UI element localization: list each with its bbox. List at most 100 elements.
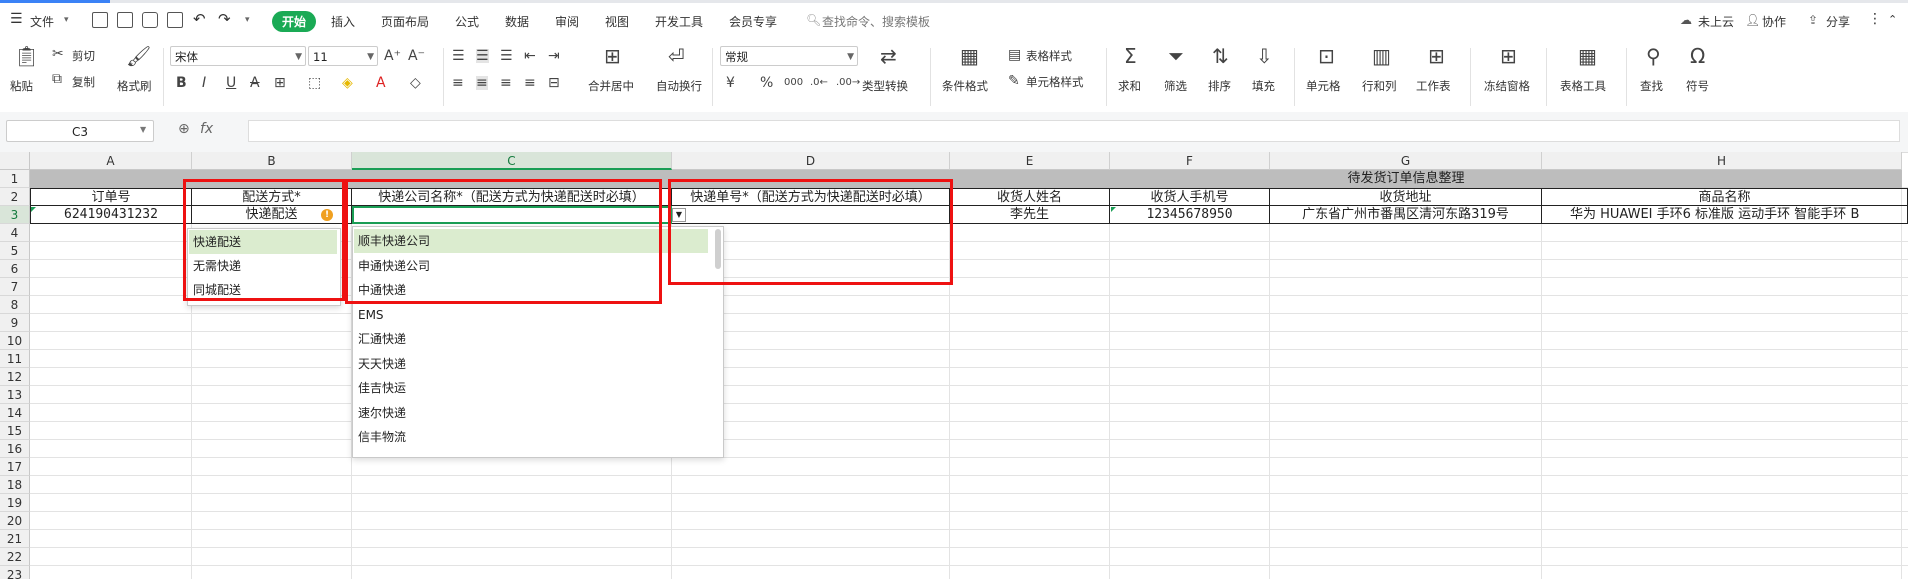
- tab-page-layout[interactable]: 页面布局: [381, 13, 429, 30]
- align-center-icon[interactable]: ≡: [476, 76, 488, 90]
- row-header[interactable]: 22: [0, 548, 30, 566]
- number-format-select[interactable]: 常规 ▼: [720, 46, 858, 66]
- row-header[interactable]: 21: [0, 530, 30, 548]
- cell-h3[interactable]: 华为 HUAWEI 手环6 标准版 运动手环 智能手环 B: [1542, 206, 1908, 224]
- row-header[interactable]: 18: [0, 476, 30, 494]
- underline-icon[interactable]: U: [226, 76, 236, 90]
- share-button[interactable]: 分享: [1826, 13, 1850, 30]
- row-header[interactable]: 15: [0, 422, 30, 440]
- row-header[interactable]: 12: [0, 368, 30, 386]
- cell-style-icon[interactable]: ✎: [1008, 74, 1020, 88]
- row-header[interactable]: 5: [0, 242, 30, 260]
- conditional-format-button[interactable]: 条件格式: [942, 78, 988, 94]
- font-shrink-icon[interactable]: A⁻: [408, 49, 425, 63]
- filter-button[interactable]: 筛选: [1164, 78, 1187, 94]
- justify-icon[interactable]: ≡: [524, 76, 536, 90]
- copy-icon[interactable]: ⧉: [52, 72, 62, 86]
- save-icon[interactable]: [92, 12, 108, 28]
- tab-data[interactable]: 数据: [505, 13, 529, 30]
- more-icon[interactable]: ⋮: [1868, 11, 1882, 27]
- tab-home[interactable]: 开始: [272, 11, 317, 32]
- cell-f3[interactable]: 12345678950: [1110, 206, 1270, 224]
- wrap-icon[interactable]: ⏎: [668, 46, 685, 66]
- row-header[interactable]: 14: [0, 404, 30, 422]
- format-painter-button[interactable]: 格式刷: [117, 78, 152, 94]
- row-header[interactable]: 23: [0, 566, 30, 579]
- chevron-down-icon[interactable]: ▼: [140, 125, 146, 134]
- table-style-button[interactable]: 表格样式: [1026, 48, 1072, 64]
- sort-button[interactable]: 排序: [1208, 78, 1231, 94]
- sum-icon[interactable]: Σ: [1124, 46, 1137, 66]
- decrease-decimal-icon[interactable]: .00→: [836, 76, 860, 90]
- wrap-text-button[interactable]: 自动换行: [656, 78, 702, 94]
- font-size-select[interactable]: 11 ▼: [308, 46, 378, 66]
- freeze-panes-button[interactable]: 冻结窗格: [1484, 78, 1530, 94]
- convert-icon[interactable]: ⇄: [880, 46, 897, 66]
- name-box[interactable]: C3: [6, 120, 154, 142]
- undo-icon[interactable]: ↶: [193, 10, 206, 28]
- search-icon[interactable]: 🔍︎: [806, 13, 821, 27]
- customize-icon[interactable]: ▾: [245, 15, 250, 25]
- increase-decimal-icon[interactable]: .0←: [810, 76, 828, 90]
- menu-file[interactable]: 文件: [30, 13, 54, 30]
- row-header[interactable]: 8: [0, 296, 30, 314]
- hamburger-icon[interactable]: ☰: [10, 11, 23, 27]
- brush-icon[interactable]: 🖌︎: [126, 46, 151, 66]
- fx-icon[interactable]: fx: [200, 121, 213, 137]
- rowcol-icon[interactable]: ▥: [1372, 46, 1391, 66]
- type-convert-button[interactable]: 类型转换: [862, 78, 908, 94]
- row-header[interactable]: 11: [0, 350, 30, 368]
- table-tools-icon[interactable]: ▦: [1578, 46, 1597, 66]
- italic-icon[interactable]: I: [202, 76, 206, 90]
- highlight-icon[interactable]: ◈: [342, 76, 353, 90]
- border-icon[interactable]: ⊞: [274, 76, 286, 90]
- header-address[interactable]: 收货地址: [1270, 188, 1542, 206]
- sort-icon[interactable]: ⇅: [1212, 46, 1229, 66]
- dropdown-option[interactable]: 信丰物流: [354, 425, 708, 449]
- thousands-icon[interactable]: 000: [784, 76, 803, 90]
- tab-formula[interactable]: 公式: [455, 13, 479, 30]
- tab-review[interactable]: 审阅: [555, 13, 579, 30]
- cell-a3[interactable]: 624190431232: [30, 206, 192, 224]
- find-button[interactable]: 查找: [1640, 78, 1663, 94]
- column-header-a[interactable]: A: [30, 152, 192, 170]
- command-search[interactable]: 查找命令、搜索模板: [822, 13, 930, 30]
- copy-button[interactable]: 复制: [72, 74, 95, 90]
- cell-button[interactable]: 单元格: [1306, 78, 1341, 94]
- dropdown-option[interactable]: 佳吉快运: [354, 376, 708, 400]
- indent-decrease-icon[interactable]: ⇤: [524, 49, 536, 63]
- dropdown-option[interactable]: 汇通快递: [354, 327, 708, 351]
- percent-icon[interactable]: %: [760, 76, 773, 90]
- eraser-icon[interactable]: ◇: [410, 76, 421, 90]
- column-header-c[interactable]: C: [352, 152, 672, 170]
- align-left-icon[interactable]: ≡: [452, 76, 464, 90]
- row-header[interactable]: 9: [0, 314, 30, 332]
- bold-icon[interactable]: B: [176, 76, 187, 90]
- select-all-corner[interactable]: [0, 152, 30, 170]
- export-icon[interactable]: [117, 12, 133, 28]
- preview-icon[interactable]: [167, 12, 183, 28]
- cell-e3[interactable]: 李先生: [950, 206, 1110, 224]
- column-header-b[interactable]: B: [192, 152, 352, 170]
- symbol-button[interactable]: 符号: [1686, 78, 1709, 94]
- chevron-down-icon[interactable]: ▾: [64, 15, 69, 25]
- header-recipient-phone[interactable]: 收货人手机号: [1110, 188, 1270, 206]
- row-header[interactable]: 7: [0, 278, 30, 296]
- table-style-icon[interactable]: ▤: [1008, 48, 1021, 62]
- column-header-h[interactable]: H: [1542, 152, 1902, 170]
- tab-insert[interactable]: 插入: [331, 13, 355, 30]
- distribute-icon[interactable]: ⊟: [548, 76, 560, 90]
- collab-button[interactable]: 协作: [1762, 13, 1786, 30]
- redo-icon[interactable]: ↷: [218, 10, 231, 28]
- cloud-status[interactable]: 未上云: [1698, 13, 1734, 30]
- dropdown-option[interactable]: 天天快递: [354, 352, 708, 376]
- indent-increase-icon[interactable]: ⇥: [548, 49, 560, 63]
- row-header[interactable]: 6: [0, 260, 30, 278]
- column-header-e[interactable]: E: [950, 152, 1110, 170]
- font-name-select[interactable]: 宋体 ▼: [170, 46, 306, 66]
- tab-developer[interactable]: 开发工具: [655, 13, 703, 30]
- row-header[interactable]: 2: [0, 188, 30, 206]
- cell-style-button[interactable]: 单元格样式: [1026, 74, 1084, 90]
- header-product-name[interactable]: 商品名称: [1542, 188, 1908, 206]
- filter-icon[interactable]: ⏷: [1168, 46, 1184, 66]
